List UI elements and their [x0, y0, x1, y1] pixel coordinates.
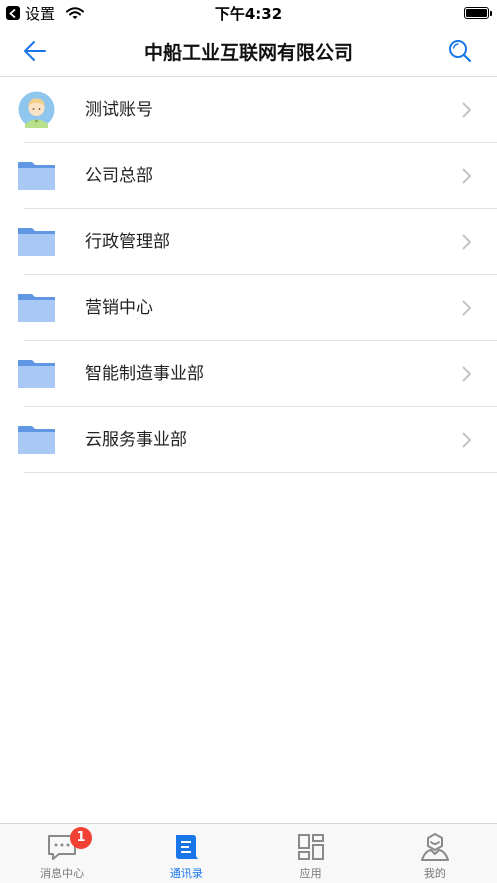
apps-icon: [297, 834, 324, 860]
list-item-department[interactable]: 营销中心: [0, 275, 497, 341]
list-item-department[interactable]: 智能制造事业部: [0, 341, 497, 407]
navigation-bar: 中船工业互联网有限公司: [0, 26, 497, 77]
avatar: [18, 91, 55, 128]
tab-label: 消息中心: [40, 867, 85, 880]
page-title: 中船工业互联网有限公司: [143, 41, 353, 64]
list-item-label: 行政管理部: [85, 232, 170, 252]
back-app-label: 设置: [25, 4, 56, 23]
list-item-account[interactable]: 测试账号: [0, 77, 497, 143]
contacts-list: 测试账号 公司总部 行政管理部 营销中心 智能制造事业部 云服务事业部: [0, 77, 497, 473]
back-arrow-icon[interactable]: [22, 39, 48, 63]
chevron-right-icon: [462, 366, 472, 382]
tab-contacts[interactable]: 通讯录: [124, 824, 248, 883]
folder-icon: [18, 426, 55, 454]
app-screen: 设置 下午4:32 中船工业互联网有限公司 测试账号 公司总部 行政管理部 营销…: [0, 0, 497, 883]
tab-label: 我的: [423, 867, 446, 880]
list-item-label: 测试账号: [85, 100, 153, 120]
list-item-label: 公司总部: [85, 166, 153, 186]
list-item-department[interactable]: 公司总部: [0, 143, 497, 209]
back-to-app[interactable]: 设置: [0, 3, 85, 24]
folder-icon: [18, 162, 55, 190]
profile-icon: [420, 833, 449, 861]
list-item-department[interactable]: 行政管理部: [0, 209, 497, 275]
battery-icon: [464, 7, 492, 19]
list-item-department[interactable]: 云服务事业部: [0, 407, 497, 473]
folder-icon: [18, 294, 55, 322]
tab-bar: 1 消息中心 通讯录 应用 我的: [0, 823, 497, 883]
tab-label: 通讯录: [169, 867, 203, 880]
contacts-icon: [176, 835, 199, 859]
divider: [24, 472, 497, 473]
list-item-label: 智能制造事业部: [85, 364, 204, 384]
list-item-label: 云服务事业部: [85, 430, 187, 450]
unread-badge: 1: [70, 827, 92, 849]
wifi-icon: [66, 6, 85, 19]
folder-icon: [18, 360, 55, 388]
tab-label: 应用: [299, 867, 322, 880]
tab-apps[interactable]: 应用: [249, 824, 373, 883]
status-bar: 设置 下午4:32: [0, 0, 497, 26]
chevron-right-icon: [462, 234, 472, 250]
chevron-right-icon: [462, 300, 472, 316]
search-icon[interactable]: [447, 38, 473, 64]
chevron-right-icon: [462, 432, 472, 448]
tab-messages[interactable]: 1 消息中心: [0, 824, 124, 883]
back-badge-icon: [6, 6, 20, 20]
folder-icon: [18, 228, 55, 256]
chevron-right-icon: [462, 102, 472, 118]
tab-profile[interactable]: 我的: [373, 824, 497, 883]
chevron-right-icon: [462, 168, 472, 184]
list-item-label: 营销中心: [85, 298, 153, 318]
